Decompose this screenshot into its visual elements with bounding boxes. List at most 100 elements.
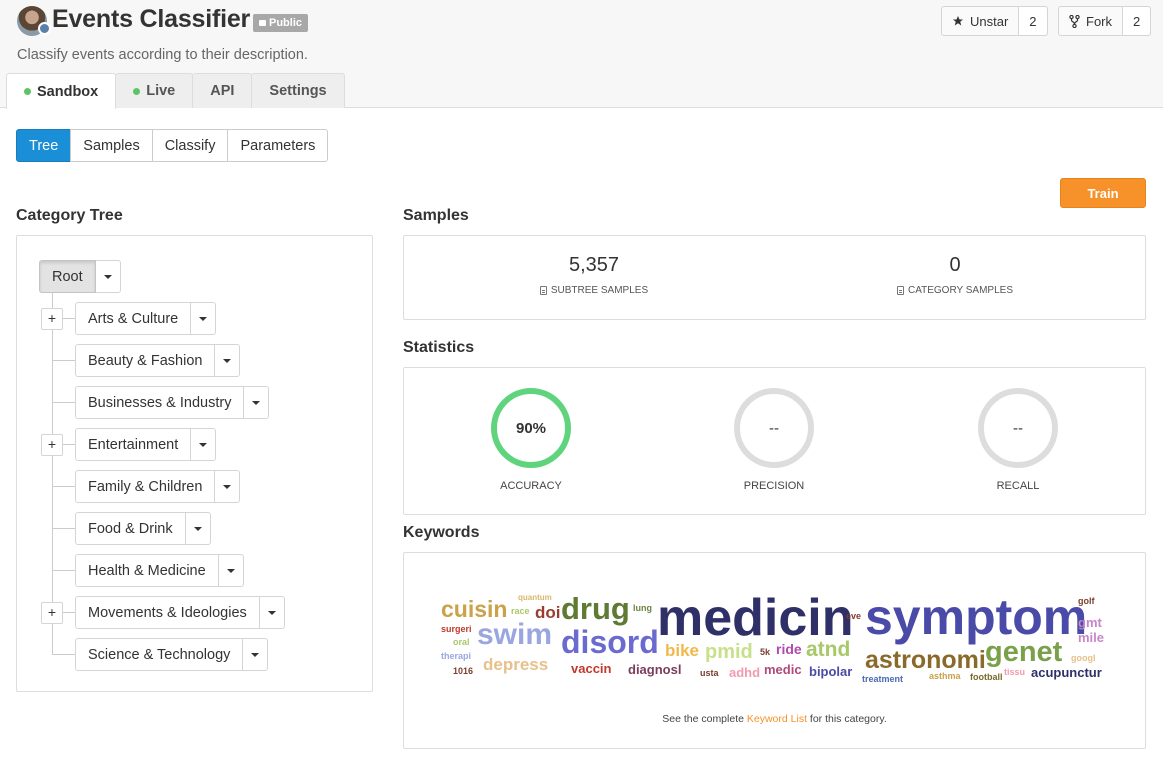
keyword[interactable]: googl (1071, 654, 1096, 663)
keyword[interactable]: asthma (929, 672, 961, 681)
star-count[interactable]: 2 (1019, 7, 1047, 35)
public-badge-label: Public (269, 17, 303, 29)
expand-plus-icon[interactable]: + (41, 434, 63, 456)
chevron-down-icon[interactable] (218, 554, 244, 587)
keyword[interactable]: medicin (657, 592, 854, 644)
expand-plus-icon[interactable]: + (41, 602, 63, 624)
keyword[interactable]: atnd (806, 639, 850, 660)
keyword[interactable]: bike (665, 642, 699, 659)
keyword[interactable]: tissu (1004, 668, 1025, 677)
tree-connector (52, 293, 53, 655)
fork-button[interactable]: Fork 2 (1058, 6, 1152, 36)
keyword-list-link[interactable]: Keyword List (747, 713, 807, 725)
keyword[interactable]: astronomi (865, 648, 986, 673)
chevron-down-icon[interactable] (191, 428, 217, 461)
category-samples-label: CATEGORY SAMPLES (907, 285, 1014, 296)
tree-node-arts-culture[interactable]: Arts & Culture (75, 302, 217, 335)
tree-node-root[interactable]: Root (39, 260, 121, 293)
unstar-button[interactable]: Unstar 2 (941, 6, 1048, 36)
keywords-title: Keywords (403, 524, 480, 541)
keyword[interactable]: lung (633, 604, 652, 613)
keyword[interactable]: vaccin (571, 662, 611, 675)
tree-node-label[interactable]: Movements & Ideologies (75, 596, 260, 629)
tree-node-label[interactable]: Health & Medicine (75, 554, 219, 587)
keyword[interactable]: golf (1078, 597, 1095, 606)
statistics-title: Statistics (403, 339, 475, 356)
tab-sandbox[interactable]: Sandbox (6, 73, 117, 109)
tree-node-label[interactable]: Businesses & Industry (75, 386, 245, 419)
subtab-classify[interactable]: Classify (151, 129, 229, 162)
chevron-down-icon[interactable] (191, 302, 217, 335)
keyword[interactable]: race (511, 607, 530, 616)
document-icon (539, 286, 547, 295)
tree-node-beauty-fashion[interactable]: Beauty & Fashion (75, 344, 241, 377)
tree-node-label[interactable]: Root (39, 260, 96, 293)
tree-node-label[interactable]: Beauty & Fashion (75, 344, 216, 377)
samples-title: Samples (403, 207, 469, 224)
category-samples-value: 0 (949, 254, 961, 276)
chevron-down-icon[interactable] (185, 512, 211, 545)
tree-node-science-technology[interactable]: Science & Technology (75, 638, 269, 671)
tab-api[interactable]: API (192, 73, 253, 108)
keyword[interactable]: depress (483, 656, 548, 673)
chevron-down-icon[interactable] (95, 260, 121, 293)
train-button[interactable]: Train (1060, 178, 1146, 208)
tree-node-label[interactable]: Food & Drink (75, 512, 186, 545)
keyword[interactable]: genet (985, 638, 1062, 667)
tree-node-label[interactable]: Entertainment (75, 428, 192, 461)
keyword[interactable]: quantum (518, 594, 552, 602)
tree-node-movements-ideologies[interactable]: Movements & Ideologies (75, 596, 285, 629)
keyword[interactable]: adhd (729, 666, 760, 679)
keyword[interactable]: bipolar (809, 665, 852, 678)
precision-label: PRECISION (743, 480, 805, 492)
keyword-note-prefix: See the complete (662, 713, 747, 725)
keyword[interactable]: medic (764, 663, 802, 676)
keyword[interactable]: swim (477, 620, 552, 650)
keyword[interactable]: therapi (441, 652, 471, 661)
fork-icon (1069, 14, 1080, 28)
keyword[interactable]: eve (846, 612, 861, 621)
recall-gauge: -- (978, 388, 1058, 468)
keyword[interactable]: symptom (865, 592, 1087, 642)
tab-settings[interactable]: Settings (251, 73, 345, 108)
chevron-down-icon[interactable] (215, 470, 241, 503)
tree-node-health-medicine[interactable]: Health & Medicine (75, 554, 244, 587)
tab-live[interactable]: Live (115, 73, 194, 108)
chevron-down-icon[interactable] (215, 344, 241, 377)
keyword[interactable]: surgeri (441, 625, 472, 634)
keyword[interactable]: diagnosl (628, 663, 681, 676)
keyword[interactable]: disord (561, 626, 659, 658)
tree-node-businesses-industry[interactable]: Businesses & Industry (75, 386, 270, 419)
chevron-down-icon[interactable] (244, 386, 270, 419)
subtree-samples-label: SUBTREE SAMPLES (550, 285, 649, 296)
expand-plus-icon[interactable]: + (41, 308, 63, 330)
keyword[interactable]: treatment (862, 675, 903, 684)
keyword[interactable]: 5k (760, 648, 770, 657)
star-icon (953, 16, 963, 26)
tree-node-label[interactable]: Science & Technology (75, 638, 244, 671)
tree-node-food-drink[interactable]: Food & Drink (75, 512, 211, 545)
keyword[interactable]: usta (700, 669, 719, 678)
unstar-label: Unstar (970, 13, 1009, 29)
subtab-tree[interactable]: Tree (16, 129, 72, 162)
fork-count[interactable]: 2 (1123, 7, 1151, 35)
tree-node-entertainment[interactable]: Entertainment (75, 428, 217, 461)
chevron-down-icon[interactable] (243, 638, 269, 671)
tree-node-label[interactable]: Family & Children (75, 470, 216, 503)
keyword[interactable]: 1016 (453, 667, 473, 676)
keyword[interactable]: ride (776, 642, 802, 656)
keyword[interactable]: mile (1078, 631, 1104, 644)
keyword[interactable]: oral (453, 638, 470, 647)
keyword[interactable]: drug (561, 593, 630, 624)
keyword[interactable]: pmid (705, 642, 753, 662)
view-tabs: Tree Samples Classify Parameters (16, 129, 329, 162)
chevron-down-icon[interactable] (259, 596, 285, 629)
keyword[interactable]: acupunctur (1031, 666, 1102, 679)
subtab-samples[interactable]: Samples (70, 129, 153, 162)
keyword[interactable]: football (970, 673, 1003, 682)
status-dot-icon (133, 87, 141, 95)
tree-node-family-children[interactable]: Family & Children (75, 470, 241, 503)
keyword[interactable]: gmt (1078, 616, 1102, 629)
tree-node-label[interactable]: Arts & Culture (75, 302, 192, 335)
subtab-parameters[interactable]: Parameters (227, 129, 329, 162)
